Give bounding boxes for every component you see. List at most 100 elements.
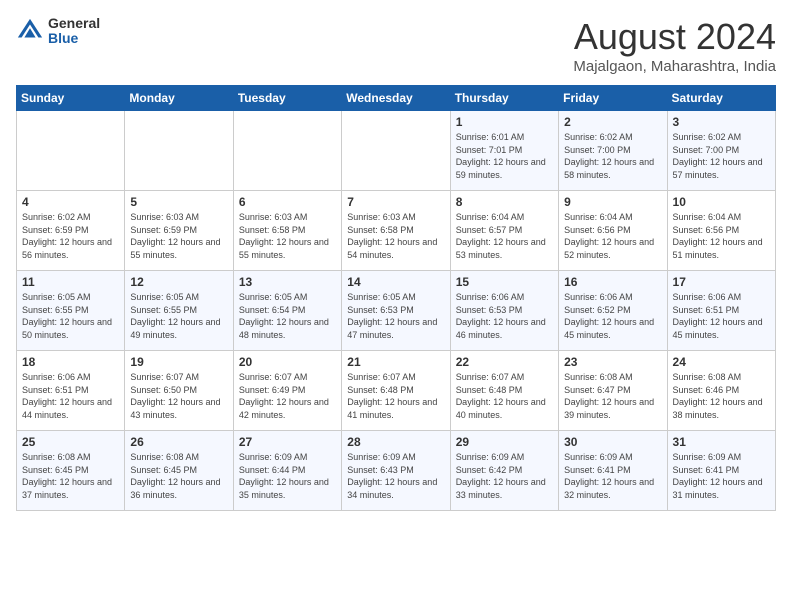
day-info: Sunrise: 6:09 AMSunset: 6:41 PMDaylight:…	[673, 451, 770, 501]
day-info: Sunrise: 6:04 AMSunset: 6:56 PMDaylight:…	[564, 211, 661, 261]
calendar-cell: 9Sunrise: 6:04 AMSunset: 6:56 PMDaylight…	[559, 191, 667, 271]
day-number: 21	[347, 355, 444, 369]
header-day-thursday: Thursday	[450, 86, 558, 111]
week-row-3: 11 Sunrise: 6:05 AMSunset: 6:55 PMDayligh…	[17, 271, 776, 351]
calendar-cell: 6Sunrise: 6:03 AMSunset: 6:58 PMDaylight…	[233, 191, 341, 271]
day-info: Sunrise: 6:06 AMSunset: 6:51 PMDaylight:…	[673, 291, 770, 341]
day-number: 23	[564, 355, 661, 369]
calendar-cell: 11 Sunrise: 6:05 AMSunset: 6:55 PMDayligh…	[17, 271, 125, 351]
day-number: 25	[22, 435, 119, 449]
day-number: 7	[347, 195, 444, 209]
day-info: Sunrise: 6:06 AMSunset: 6:51 PMDaylight:…	[22, 371, 119, 421]
day-info: Sunrise: 6:09 AMSunset: 6:41 PMDaylight:…	[564, 451, 661, 501]
day-info: Sunrise: 6:05 AMSunset: 6:54 PMDaylight:…	[239, 291, 336, 341]
calendar-cell: 29 Sunrise: 6:09 AMSunset: 6:42 PMDayligh…	[450, 431, 558, 511]
calendar-cell: 12 Sunrise: 6:05 AMSunset: 6:55 PMDayligh…	[125, 271, 233, 351]
header-day-sunday: Sunday	[17, 86, 125, 111]
calendar-cell: 22 Sunrise: 6:07 AMSunset: 6:48 PMDayligh…	[450, 351, 558, 431]
day-info: Sunrise: 6:07 AMSunset: 6:50 PMDaylight:…	[130, 371, 227, 421]
day-info: Sunrise: 6:08 AMSunset: 6:45 PMDaylight:…	[22, 451, 119, 501]
day-info: Sunrise: 6:04 AMSunset: 6:56 PMDaylight:…	[673, 211, 770, 261]
day-info: Sunrise: 6:05 AMSunset: 6:55 PMDaylight:…	[130, 291, 227, 341]
header-day-friday: Friday	[559, 86, 667, 111]
logo-blue-text: Blue	[48, 31, 100, 46]
day-number: 24	[673, 355, 770, 369]
calendar-cell: 26Sunrise: 6:08 AMSunset: 6:45 PMDayligh…	[125, 431, 233, 511]
logo: General Blue	[16, 16, 100, 47]
calendar-header: SundayMondayTuesdayWednesdayThursdayFrid…	[17, 86, 776, 111]
day-info: Sunrise: 6:09 AMSunset: 6:44 PMDaylight:…	[239, 451, 336, 501]
day-info: Sunrise: 6:07 AMSunset: 6:48 PMDaylight:…	[456, 371, 553, 421]
location-subtitle: Majalgaon, Maharashtra, India	[573, 58, 776, 75]
calendar-cell: 23 Sunrise: 6:08 AMSunset: 6:47 PMDayligh…	[559, 351, 667, 431]
day-number: 8	[456, 195, 553, 209]
calendar-cell: 15 Sunrise: 6:06 AMSunset: 6:53 PMDayligh…	[450, 271, 558, 351]
logo-general-text: General	[48, 16, 100, 31]
calendar-cell: 4Sunrise: 6:02 AMSunset: 6:59 PMDaylight…	[17, 191, 125, 271]
calendar-cell: 16 Sunrise: 6:06 AMSunset: 6:52 PMDayligh…	[559, 271, 667, 351]
day-number: 27	[239, 435, 336, 449]
day-number: 10	[673, 195, 770, 209]
day-info: Sunrise: 6:02 AMSunset: 7:00 PMDaylight:…	[673, 131, 770, 181]
week-row-1: 1 Sunrise: 6:01 AMSunset: 7:01 PMDaylight…	[17, 111, 776, 191]
day-number: 2	[564, 115, 661, 129]
day-info: Sunrise: 6:07 AMSunset: 6:49 PMDaylight:…	[239, 371, 336, 421]
day-number: 1	[456, 115, 553, 129]
day-number: 5	[130, 195, 227, 209]
calendar-cell: 1 Sunrise: 6:01 AMSunset: 7:01 PMDaylight…	[450, 111, 558, 191]
calendar-cell: 10 Sunrise: 6:04 AMSunset: 6:56 PMDayligh…	[667, 191, 775, 271]
day-number: 15	[456, 275, 553, 289]
calendar-cell: 14 Sunrise: 6:05 AMSunset: 6:53 PMDayligh…	[342, 271, 450, 351]
day-info: Sunrise: 6:08 AMSunset: 6:45 PMDaylight:…	[130, 451, 227, 501]
calendar-cell: 20 Sunrise: 6:07 AMSunset: 6:49 PMDayligh…	[233, 351, 341, 431]
header-day-saturday: Saturday	[667, 86, 775, 111]
calendar-cell: 13Sunrise: 6:05 AMSunset: 6:54 PMDayligh…	[233, 271, 341, 351]
day-info: Sunrise: 6:07 AMSunset: 6:48 PMDaylight:…	[347, 371, 444, 421]
day-number: 31	[673, 435, 770, 449]
calendar-cell: 30Sunrise: 6:09 AMSunset: 6:41 PMDayligh…	[559, 431, 667, 511]
day-info: Sunrise: 6:08 AMSunset: 6:46 PMDaylight:…	[673, 371, 770, 421]
header-day-monday: Monday	[125, 86, 233, 111]
day-info: Sunrise: 6:09 AMSunset: 6:42 PMDaylight:…	[456, 451, 553, 501]
day-info: Sunrise: 6:04 AMSunset: 6:57 PMDaylight:…	[456, 211, 553, 261]
day-number: 11	[22, 275, 119, 289]
calendar-cell: 24 Sunrise: 6:08 AMSunset: 6:46 PMDayligh…	[667, 351, 775, 431]
calendar-cell: 27 Sunrise: 6:09 AMSunset: 6:44 PMDayligh…	[233, 431, 341, 511]
day-info: Sunrise: 6:02 AMSunset: 6:59 PMDaylight:…	[22, 211, 119, 261]
day-info: Sunrise: 6:03 AMSunset: 6:59 PMDaylight:…	[130, 211, 227, 261]
calendar-cell: 31 Sunrise: 6:09 AMSunset: 6:41 PMDayligh…	[667, 431, 775, 511]
calendar-cell: 3Sunrise: 6:02 AMSunset: 7:00 PMDaylight…	[667, 111, 775, 191]
day-number: 18	[22, 355, 119, 369]
week-row-2: 4Sunrise: 6:02 AMSunset: 6:59 PMDaylight…	[17, 191, 776, 271]
day-number: 22	[456, 355, 553, 369]
day-info: Sunrise: 6:06 AMSunset: 6:53 PMDaylight:…	[456, 291, 553, 341]
page-header: General Blue August 2024 Majalgaon, Maha…	[16, 16, 776, 75]
day-number: 14	[347, 275, 444, 289]
day-info: Sunrise: 6:05 AMSunset: 6:53 PMDaylight:…	[347, 291, 444, 341]
header-day-wednesday: Wednesday	[342, 86, 450, 111]
logo-text: General Blue	[48, 16, 100, 47]
calendar-cell: 21 Sunrise: 6:07 AMSunset: 6:48 PMDayligh…	[342, 351, 450, 431]
calendar-cell: 18 Sunrise: 6:06 AMSunset: 6:51 PMDayligh…	[17, 351, 125, 431]
calendar-cell: 19 Sunrise: 6:07 AMSunset: 6:50 PMDayligh…	[125, 351, 233, 431]
calendar-cell: 25 Sunrise: 6:08 AMSunset: 6:45 PMDayligh…	[17, 431, 125, 511]
calendar-cell	[17, 111, 125, 191]
calendar-cell: 5 Sunrise: 6:03 AMSunset: 6:59 PMDaylight…	[125, 191, 233, 271]
day-number: 12	[130, 275, 227, 289]
calendar-table: SundayMondayTuesdayWednesdayThursdayFrid…	[16, 85, 776, 511]
day-info: Sunrise: 6:05 AMSunset: 6:55 PMDaylight:…	[22, 291, 119, 341]
day-info: Sunrise: 6:02 AMSunset: 7:00 PMDaylight:…	[564, 131, 661, 181]
day-info: Sunrise: 6:03 AMSunset: 6:58 PMDaylight:…	[347, 211, 444, 261]
calendar-cell: 8 Sunrise: 6:04 AMSunset: 6:57 PMDaylight…	[450, 191, 558, 271]
day-number: 29	[456, 435, 553, 449]
day-number: 19	[130, 355, 227, 369]
day-info: Sunrise: 6:06 AMSunset: 6:52 PMDaylight:…	[564, 291, 661, 341]
day-number: 20	[239, 355, 336, 369]
month-year-title: August 2024	[573, 16, 776, 58]
calendar-cell: 28Sunrise: 6:09 AMSunset: 6:43 PMDayligh…	[342, 431, 450, 511]
day-info: Sunrise: 6:01 AMSunset: 7:01 PMDaylight:…	[456, 131, 553, 181]
day-info: Sunrise: 6:09 AMSunset: 6:43 PMDaylight:…	[347, 451, 444, 501]
header-row: SundayMondayTuesdayWednesdayThursdayFrid…	[17, 86, 776, 111]
day-info: Sunrise: 6:08 AMSunset: 6:47 PMDaylight:…	[564, 371, 661, 421]
day-number: 16	[564, 275, 661, 289]
